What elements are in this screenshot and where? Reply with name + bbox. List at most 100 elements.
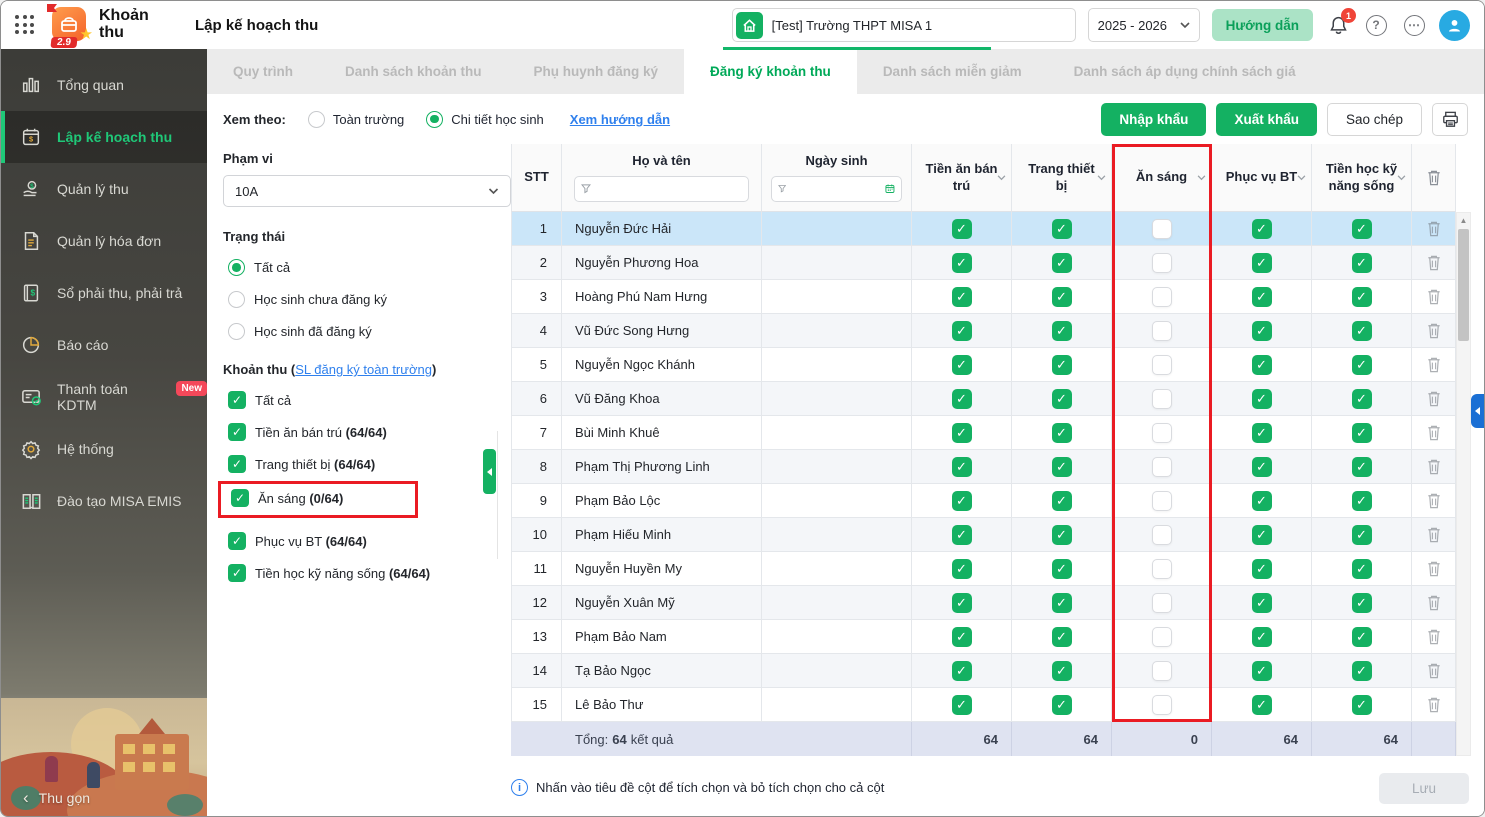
col-fee-5[interactable]: Tiền học kỹ năng sống xyxy=(1312,144,1412,212)
fee-checkbox-1[interactable]: ✓ Tất cả xyxy=(228,391,511,409)
trash-icon[interactable] xyxy=(1426,594,1442,611)
fee-checkbox-checked[interactable]: ✓ xyxy=(1352,287,1372,307)
trash-icon[interactable] xyxy=(1426,662,1442,679)
sidebar-item-7[interactable]: Thanh toán KDTMNew xyxy=(1,371,207,423)
col-name[interactable]: Họ và tên xyxy=(562,144,762,212)
fee-checkbox-checked[interactable]: ✓ xyxy=(1052,219,1072,239)
fee-checkbox-checked[interactable]: ✓ xyxy=(1352,389,1372,409)
fee-checkbox-checked[interactable]: ✓ xyxy=(952,593,972,613)
fee-checkbox-checked[interactable]: ✓ xyxy=(952,389,972,409)
fee-checkbox-unchecked[interactable] xyxy=(1152,593,1172,613)
col-fee-4[interactable]: Phục vụ BT xyxy=(1212,144,1312,212)
fee-checkbox-checked[interactable]: ✓ xyxy=(1352,321,1372,341)
fee-checkbox-checked[interactable]: ✓ xyxy=(1052,593,1072,613)
fee-checkbox-checked[interactable]: ✓ xyxy=(1352,219,1372,239)
fee-checkbox-checked[interactable]: ✓ xyxy=(1252,219,1272,239)
fee-checkbox-unchecked[interactable] xyxy=(1152,491,1172,511)
view-guide-link[interactable]: Xem hướng dẫn xyxy=(570,112,670,127)
fee-checkbox-checked[interactable]: ✓ xyxy=(1352,627,1372,647)
sidebar-item-9[interactable]: Đào tạo MISA EMIS xyxy=(1,475,207,527)
trash-icon[interactable] xyxy=(1426,288,1442,305)
fee-checkbox-checked[interactable]: ✓ xyxy=(952,355,972,375)
trash-icon[interactable] xyxy=(1426,424,1442,441)
fee-checkbox-unchecked[interactable] xyxy=(1152,321,1172,341)
fee-checkbox-unchecked[interactable] xyxy=(1152,355,1172,375)
fee-checkbox-checked[interactable]: ✓ xyxy=(1052,355,1072,375)
fee-checkbox-checked[interactable]: ✓ xyxy=(1252,355,1272,375)
fee-checkbox-checked[interactable]: ✓ xyxy=(1052,389,1072,409)
col-stt[interactable]: STT xyxy=(511,144,562,212)
school-selector[interactable]: [Test] Trường THPT MISA 1 xyxy=(732,8,1076,42)
table-scrollbar[interactable]: ▲ xyxy=(1456,212,1471,756)
sidebar-item-8[interactable]: Hệ thống xyxy=(1,423,207,475)
trash-icon[interactable] xyxy=(1426,526,1442,543)
fee-checkbox-checked[interactable]: ✓ xyxy=(1252,695,1272,715)
copy-button[interactable]: Sao chép xyxy=(1327,103,1422,136)
fee-checkbox-checked[interactable]: ✓ xyxy=(952,559,972,579)
tab-4[interactable]: Đăng ký khoản thu xyxy=(684,49,857,94)
sidebar-item-6[interactable]: Báo cáo xyxy=(1,319,207,371)
trash-icon[interactable] xyxy=(1426,322,1442,339)
col-fee-3[interactable]: Ăn sáng xyxy=(1112,144,1212,212)
fee-checkbox-checked[interactable]: ✓ xyxy=(1252,525,1272,545)
trash-icon[interactable] xyxy=(1426,356,1442,373)
fee-checkbox-unchecked[interactable] xyxy=(1152,423,1172,443)
fee-checkbox-checked[interactable]: ✓ xyxy=(1052,253,1072,273)
fee-checkbox-checked[interactable]: ✓ xyxy=(952,423,972,443)
fee-checkbox-checked[interactable]: ✓ xyxy=(1052,491,1072,511)
fee-checkbox-checked[interactable]: ✓ xyxy=(1052,287,1072,307)
fee-checkbox-checked[interactable]: ✓ xyxy=(1352,253,1372,273)
app-grid-icon[interactable] xyxy=(15,15,35,35)
scroll-up-arrow[interactable]: ▲ xyxy=(1457,213,1470,228)
tab-6[interactable]: Danh sách áp dụng chính sách giá xyxy=(1048,49,1322,94)
fee-checkbox-unchecked[interactable] xyxy=(1152,457,1172,477)
help-button[interactable]: ? xyxy=(1363,12,1389,38)
trash-icon[interactable] xyxy=(1426,696,1442,713)
fee-checkbox-checked[interactable]: ✓ xyxy=(1252,593,1272,613)
fee-checkbox-checked[interactable]: ✓ xyxy=(952,219,972,239)
col-birth[interactable]: Ngày sinh xyxy=(762,144,912,212)
fee-checkbox-checked[interactable]: ✓ xyxy=(1252,559,1272,579)
fee-checkbox-2[interactable]: ✓ Tiền ăn bán trú (64/64) xyxy=(228,423,511,441)
fee-checkbox-checked[interactable]: ✓ xyxy=(1252,389,1272,409)
col-fee-1[interactable]: Tiền ăn bán trú xyxy=(912,144,1012,212)
fee-checkbox-checked[interactable]: ✓ xyxy=(1252,423,1272,443)
sidebar-item-1[interactable]: Tổng quan xyxy=(1,59,207,111)
fee-checkbox-unchecked[interactable] xyxy=(1152,219,1172,239)
fee-checkbox-checked[interactable]: ✓ xyxy=(1052,321,1072,341)
fee-checkbox-checked[interactable]: ✓ xyxy=(1352,423,1372,443)
export-button[interactable]: Xuất khẩu xyxy=(1216,103,1317,136)
app-logo[interactable]: ★ 2.9 xyxy=(49,5,89,45)
fee-checkbox-checked[interactable]: ✓ xyxy=(1252,627,1272,647)
fee-checkbox-checked[interactable]: ✓ xyxy=(952,457,972,477)
fee-checkbox-checked[interactable]: ✓ xyxy=(1052,457,1072,477)
fee-checkbox-unchecked[interactable] xyxy=(1152,559,1172,579)
fee-checkbox-checked[interactable]: ✓ xyxy=(952,627,972,647)
fee-checkbox-checked[interactable]: ✓ xyxy=(952,491,972,511)
scope-select[interactable]: 10A xyxy=(223,175,511,207)
fee-checkbox-checked[interactable]: ✓ xyxy=(1352,559,1372,579)
fee-checkbox-checked[interactable]: ✓ xyxy=(1352,491,1372,511)
notifications-button[interactable]: 1 xyxy=(1325,12,1351,38)
filter-collapse-handle[interactable] xyxy=(483,449,496,494)
trash-icon[interactable] xyxy=(1426,390,1442,407)
fee-checkbox-unchecked[interactable] xyxy=(1152,525,1172,545)
fee-checkbox-4[interactable]: ✓ Ăn sáng (0/64) xyxy=(231,489,406,507)
fee-summary-link[interactable]: SL đăng ký toàn trường xyxy=(295,362,432,377)
scrollbar-thumb[interactable] xyxy=(1458,229,1469,341)
fee-checkbox-checked[interactable]: ✓ xyxy=(1352,661,1372,681)
trash-icon[interactable] xyxy=(1426,254,1442,271)
guide-button[interactable]: Hướng dẫn xyxy=(1212,9,1313,41)
fee-checkbox-checked[interactable]: ✓ xyxy=(1252,253,1272,273)
fee-checkbox-6[interactable]: ✓ Tiền học kỹ năng sống (64/64) xyxy=(228,564,511,582)
fee-checkbox-unchecked[interactable] xyxy=(1152,287,1172,307)
fee-checkbox-checked[interactable]: ✓ xyxy=(952,695,972,715)
radio-whole-school[interactable]: Toàn trường xyxy=(308,111,404,128)
fee-checkbox-unchecked[interactable] xyxy=(1152,661,1172,681)
radio-student-detail[interactable]: Chi tiết học sinh xyxy=(426,111,544,128)
fee-checkbox-unchecked[interactable] xyxy=(1152,627,1172,647)
fee-checkbox-checked[interactable]: ✓ xyxy=(952,525,972,545)
tab-1[interactable]: Quy trình xyxy=(207,49,319,94)
fee-checkbox-5[interactable]: ✓ Phục vụ BT (64/64) xyxy=(228,532,511,550)
fee-checkbox-checked[interactable]: ✓ xyxy=(1352,593,1372,613)
